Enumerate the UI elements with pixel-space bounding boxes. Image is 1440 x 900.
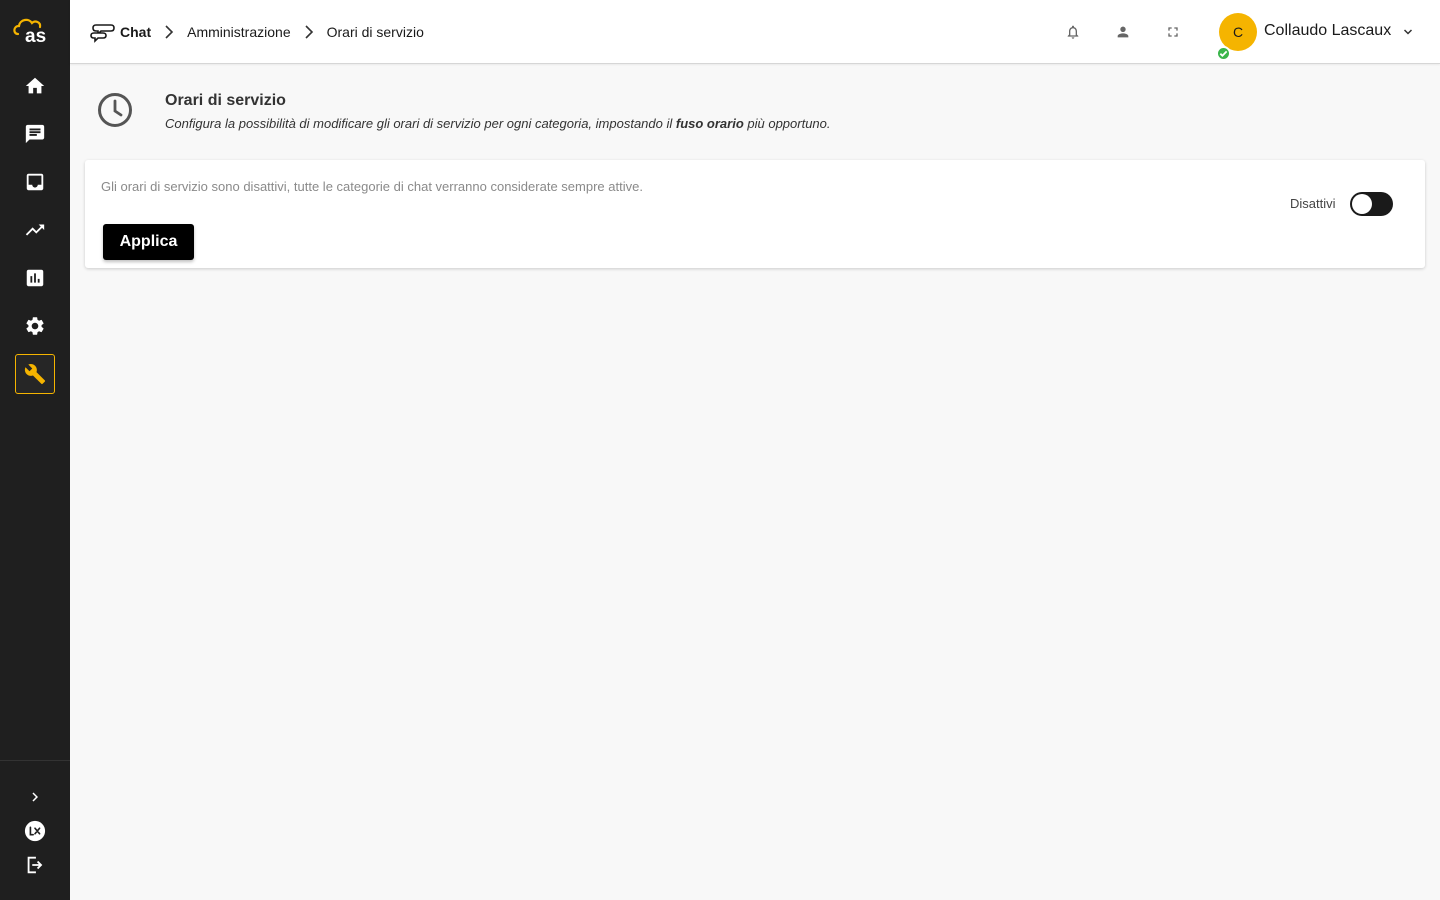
page-subtitle-emphasis: fuso orario	[675, 116, 744, 131]
lx-logo-icon	[24, 820, 46, 842]
bell-icon	[1067, 25, 1079, 39]
sidebar-item-administration[interactable]	[15, 354, 55, 394]
clock-icon	[98, 93, 132, 127]
chevron-down-icon[interactable]	[1403, 27, 1413, 37]
check-icon	[1219, 50, 1228, 58]
breadcrumb-service-hours: Orari di servizio	[326, 24, 424, 40]
service-hours-status-message: Gli orari di servizio sono disattivi, tu…	[101, 179, 643, 194]
sidebar-item-chat[interactable]	[15, 114, 55, 154]
toggle-label: Disattivi	[1290, 196, 1336, 211]
inbox-icon	[26, 173, 44, 191]
bar-chart-icon	[26, 269, 44, 287]
notifications-button[interactable]	[1063, 22, 1083, 42]
sidebar-item-reports[interactable]	[15, 258, 55, 298]
breadcrumb-administration[interactable]: Amministrazione	[187, 24, 290, 40]
sidebar-item-home[interactable]	[15, 66, 55, 106]
sidebar-item-trends[interactable]	[15, 210, 55, 250]
home-icon	[25, 77, 45, 94]
wrench-icon	[24, 364, 46, 385]
profile-button[interactable]	[1113, 22, 1133, 42]
sidebar-logout-button[interactable]	[15, 845, 55, 885]
service-hours-toggle[interactable]	[1350, 192, 1393, 216]
avatar-initial: C	[1232, 24, 1244, 40]
chevron-right-icon	[305, 25, 313, 39]
chat-bubbles-icon	[90, 24, 115, 43]
gear-icon	[26, 317, 44, 335]
toggle-knob	[1352, 194, 1372, 214]
chat-icon	[25, 124, 45, 144]
chevron-right-icon	[32, 792, 38, 802]
person-icon	[1117, 26, 1129, 38]
breadcrumb-chat[interactable]: Chat	[120, 24, 151, 40]
online-status-badge	[1216, 46, 1231, 61]
sidebar: as	[0, 0, 70, 900]
sidebar-item-inbox[interactable]	[15, 162, 55, 202]
apply-button[interactable]: Applica	[103, 224, 194, 260]
user-name[interactable]: Collaudo Lascaux	[1264, 22, 1391, 40]
trending-up-icon	[25, 224, 45, 236]
page-subtitle-end: più opportuno.	[743, 116, 831, 131]
fullscreen-button[interactable]	[1163, 22, 1183, 42]
logout-icon	[27, 856, 43, 874]
sidebar-item-settings[interactable]	[15, 306, 55, 346]
fullscreen-icon	[1168, 27, 1178, 37]
page-subtitle: Configura la possibilità di modificare g…	[165, 116, 831, 131]
sidebar-divider	[0, 760, 70, 761]
page-title: Orari di servizio	[165, 92, 286, 109]
breadcrumb: Chat Amministrazione Orari di servizio	[90, 0, 424, 64]
logo-text: as	[25, 26, 46, 44]
chevron-right-icon	[165, 25, 174, 39]
top-header: Chat Amministrazione Orari di servizio C…	[70, 0, 1440, 64]
as-logo[interactable]: as	[12, 14, 58, 44]
page-subtitle-start: Configura la possibilità di modificare g…	[165, 116, 676, 131]
service-hours-card: Gli orari di servizio sono disattivi, tu…	[85, 160, 1425, 268]
